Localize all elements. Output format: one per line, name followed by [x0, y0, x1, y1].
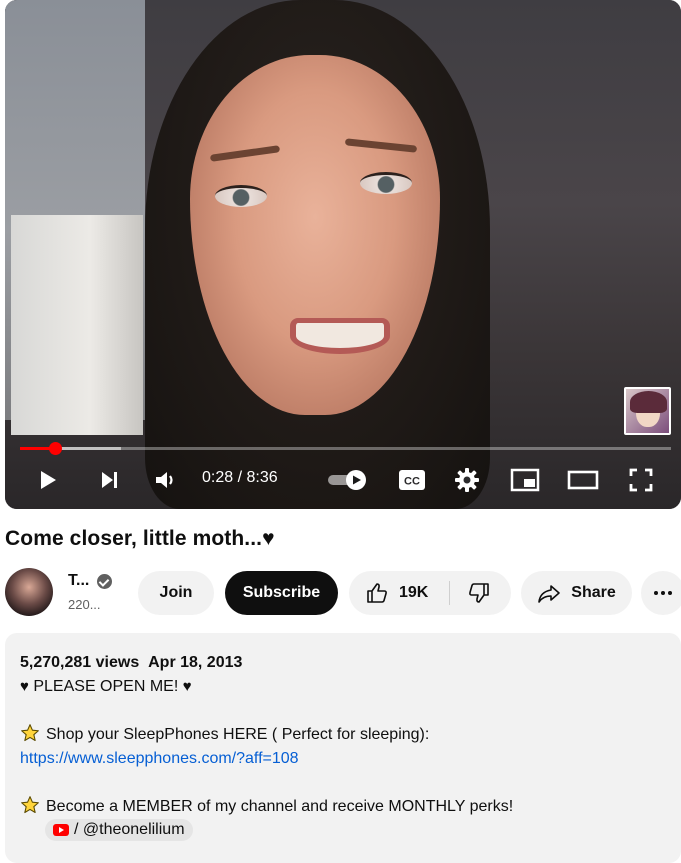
play-button[interactable] [30, 462, 66, 498]
settings-icon [455, 468, 479, 492]
channel-watermark[interactable] [624, 387, 671, 435]
watermark-hair [630, 391, 667, 413]
theater-mode-button[interactable] [565, 462, 601, 498]
channel-avatar[interactable] [5, 568, 53, 616]
sleepphones-link[interactable]: https://www.sleepphones.com/?aff=108 [20, 750, 299, 767]
channel-action-row: T... 220... Join Subscribe 19K Share [5, 566, 681, 618]
description-line-member: Become a MEMBER of my channel and receiv… [20, 795, 666, 819]
subscribe-button[interactable]: Subscribe [225, 571, 338, 615]
more-actions-button[interactable] [641, 571, 681, 615]
video-title-text: Come closer, little moth... [5, 527, 263, 550]
description-line-link: https://www.sleepphones.com/?aff=108 [20, 747, 666, 771]
description-box[interactable]: 5,270,281 views Apr 18, 2013 ♥ PLEASE OP… [5, 633, 681, 863]
heart-icon: ♥ [20, 678, 29, 695]
share-label: Share [571, 584, 616, 601]
video-background-cabinet [11, 215, 143, 435]
star-icon [21, 724, 39, 742]
share-icon [538, 585, 561, 603]
description-sleepphones-text: Shop your SleepPhones HERE ( Perfect for… [46, 726, 430, 743]
video-player[interactable]: 0:28 / 8:36 CC [5, 0, 681, 509]
description-line-open-me: ♥ PLEASE OPEN ME! ♥ [20, 675, 666, 699]
video-subject-eye-right [360, 172, 412, 194]
next-icon [102, 472, 117, 488]
like-count: 19K [399, 584, 429, 601]
heart-icon: ♥ [182, 678, 192, 695]
settings-button[interactable] [449, 462, 485, 498]
current-time: 0:28 [202, 469, 234, 486]
description-member-text: Become a MEMBER of my channel and receiv… [46, 798, 514, 815]
duration: 8:36 [246, 469, 278, 486]
star-icon [21, 796, 39, 814]
time-display: 0:28 / 8:36 [202, 469, 278, 487]
share-button[interactable]: Share [521, 571, 632, 615]
fullscreen-icon [629, 468, 653, 492]
channel-handle-chip[interactable]: / @theonelilium [45, 819, 193, 841]
time-separator: / [233, 469, 247, 486]
progress-bar[interactable] [20, 442, 671, 455]
channel-handle-text: / @theonelilium [74, 821, 185, 838]
next-button[interactable] [91, 462, 127, 498]
theater-icon [567, 470, 599, 490]
captions-label: CC [404, 476, 420, 488]
captions-button[interactable]: CC [394, 462, 430, 498]
view-count: 5,270,281 views [20, 654, 140, 671]
captions-icon: CC [399, 470, 425, 490]
upload-date: Apr 18, 2013 [148, 654, 243, 671]
description-open-me-text: PLEASE OPEN ME! [28, 678, 183, 695]
description-stats: 5,270,281 views Apr 18, 2013 [20, 651, 666, 675]
video-title-heart: ♥ [262, 527, 275, 550]
video-title: Come closer, little moth...♥ [5, 527, 275, 551]
autoplay-toggle[interactable] [325, 462, 371, 498]
join-button[interactable]: Join [138, 571, 214, 615]
channel-name[interactable]: T... [68, 572, 89, 590]
verified-icon [97, 574, 112, 589]
video-subject-eye-left [215, 185, 267, 207]
thumbs-up-icon [367, 583, 387, 603]
video-frame [5, 0, 681, 509]
dislike-button[interactable] [450, 571, 508, 615]
description-line-handle: / @theonelilium [20, 819, 666, 844]
more-horizontal-icon [654, 591, 672, 595]
miniplayer-button[interactable] [507, 462, 543, 498]
subscriber-count: 220... [68, 597, 101, 612]
youtube-logo-icon [53, 824, 69, 836]
like-dislike-group: 19K [349, 571, 511, 615]
thumbs-down-icon [469, 583, 489, 603]
description-line-sleepphones: Shop your SleepPhones HERE ( Perfect for… [20, 723, 666, 747]
like-button[interactable]: 19K [349, 571, 449, 615]
volume-icon [156, 472, 173, 488]
miniplayer-icon [510, 468, 540, 492]
video-subject-mouth [290, 318, 390, 354]
fullscreen-button[interactable] [623, 462, 659, 498]
volume-button[interactable] [148, 462, 184, 498]
autoplay-toggle-icon [328, 470, 366, 490]
play-icon [41, 471, 56, 489]
